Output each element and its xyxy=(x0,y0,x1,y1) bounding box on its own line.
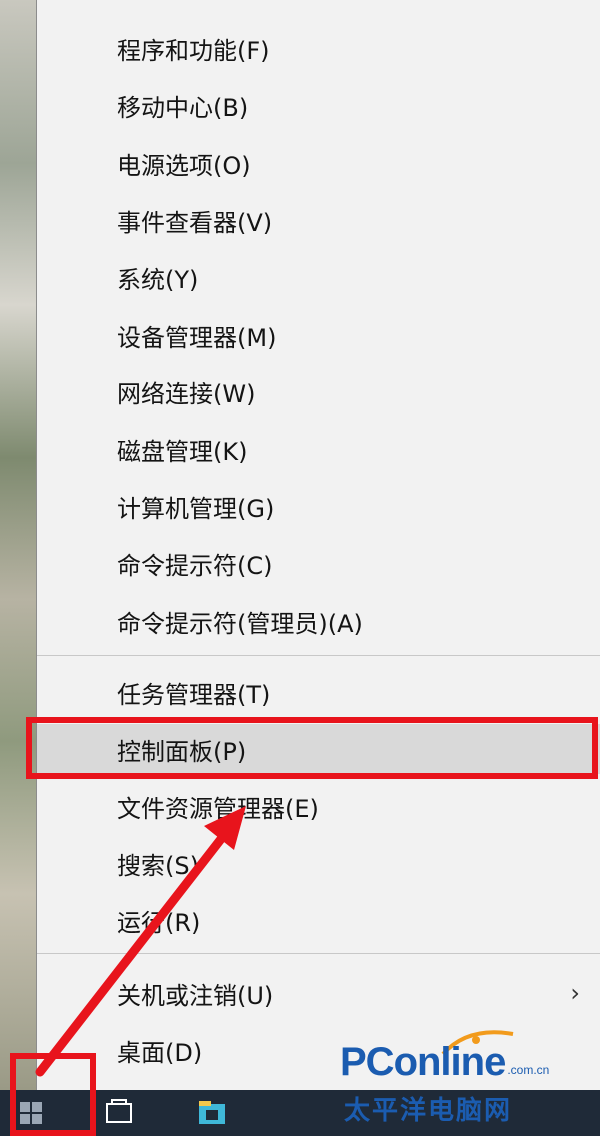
menu-separator xyxy=(37,953,600,954)
chevron-right-icon: › xyxy=(570,979,580,1007)
menu-item-run[interactable]: 运行(R) xyxy=(37,895,600,945)
menu-item-command-prompt-admin[interactable]: 命令提示符(管理员)(A) xyxy=(37,596,600,646)
highlight-box-control-panel xyxy=(26,717,598,779)
menu-separator xyxy=(37,655,600,656)
task-view-icon[interactable] xyxy=(102,1096,136,1130)
menu-item-mobility-center[interactable]: 移动中心(B) xyxy=(37,80,600,130)
menu-item-label: 关机或注销(U) xyxy=(117,981,274,1010)
menu-item-command-prompt[interactable]: 命令提示符(C) xyxy=(37,538,600,588)
menu-item-file-explorer[interactable]: 文件资源管理器(E) xyxy=(37,781,600,831)
watermark-brand: PConline xyxy=(340,1040,506,1084)
menu-item-system[interactable]: 系统(Y) xyxy=(37,252,600,302)
winx-context-menu: 程序和功能(F) 移动中心(B) 电源选项(O) 事件查看器(V) 系统(Y) … xyxy=(36,0,600,1090)
menu-item-event-viewer[interactable]: 事件查看器(V) xyxy=(37,195,600,245)
menu-item-programs-features[interactable]: 程序和功能(F) xyxy=(37,23,600,73)
watermark-domain: .com.cn xyxy=(507,1063,550,1077)
pconline-watermark: PConline .com.cn 太平洋电脑网 xyxy=(340,1030,590,1132)
menu-item-task-manager[interactable]: 任务管理器(T) xyxy=(37,667,600,717)
desktop-background xyxy=(0,0,36,1090)
menu-item-network-connections[interactable]: 网络连接(W) xyxy=(37,366,600,416)
menu-item-computer-management[interactable]: 计算机管理(G) xyxy=(37,481,600,531)
highlight-box-start-button xyxy=(10,1053,96,1136)
watermark-chinese: 太平洋电脑网 xyxy=(344,1096,513,1126)
menu-item-search[interactable]: 搜索(S) xyxy=(37,838,600,888)
menu-item-device-manager[interactable]: 设备管理器(M) xyxy=(37,310,600,360)
menu-item-power-options[interactable]: 电源选项(O) xyxy=(37,138,600,188)
file-explorer-icon[interactable] xyxy=(195,1096,229,1130)
menu-item-shutdown-signout[interactable]: 关机或注销(U) › xyxy=(37,968,600,1018)
menu-item-disk-management[interactable]: 磁盘管理(K) xyxy=(37,424,600,474)
